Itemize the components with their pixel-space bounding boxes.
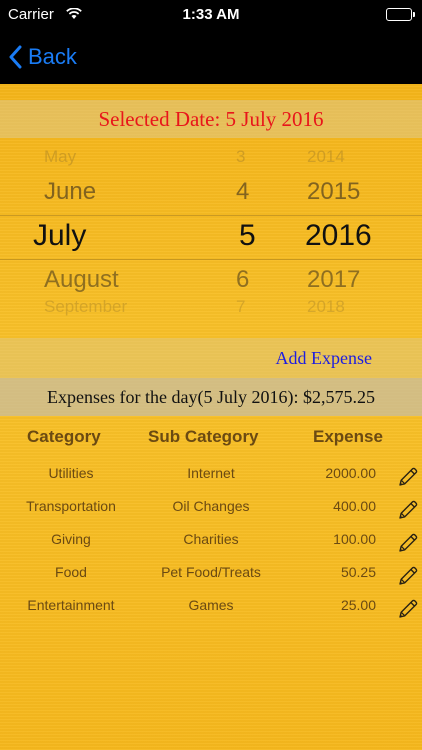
navigation-bar: Back bbox=[0, 30, 422, 84]
picker-selected-year[interactable]: 2016 bbox=[305, 219, 372, 253]
header-category: Category bbox=[27, 427, 101, 446]
picker-year[interactable]: 2015 bbox=[307, 178, 360, 206]
row-sub-category: Internet bbox=[187, 465, 235, 481]
picker-day[interactable]: 7 bbox=[236, 297, 245, 317]
picker-year[interactable]: 2018 bbox=[307, 297, 345, 317]
picker-month[interactable]: September bbox=[44, 297, 127, 317]
pencil-icon[interactable] bbox=[396, 498, 420, 522]
row-sub-category: Charities bbox=[183, 531, 239, 547]
row-expense: 25.00 bbox=[340, 597, 376, 613]
picker-row[interactable]: August 6 2017 bbox=[0, 266, 422, 296]
row-sub-category: Games bbox=[188, 597, 234, 613]
row-category: Transportation bbox=[26, 498, 116, 514]
back-label: Back bbox=[28, 44, 77, 69]
picker-year[interactable]: 2014 bbox=[307, 147, 345, 167]
table-header: Category Sub Category Expense bbox=[0, 427, 422, 451]
selected-date-banner: Selected Date: 5 July 2016 bbox=[0, 100, 422, 138]
table-row: Entertainment Games 25.00 bbox=[0, 593, 422, 619]
picker-day[interactable]: 3 bbox=[236, 147, 245, 167]
row-sub-category: Pet Food/Treats bbox=[161, 564, 261, 580]
battery-icon bbox=[386, 8, 415, 21]
chevron-left-icon bbox=[9, 45, 22, 69]
picker-year[interactable]: 2017 bbox=[307, 266, 360, 294]
picker-month[interactable]: May bbox=[44, 147, 76, 167]
picker-month[interactable]: August bbox=[44, 266, 119, 294]
picker-row[interactable]: September 7 2018 bbox=[0, 297, 422, 325]
row-expense: 2000.00 bbox=[325, 465, 376, 481]
row-category: Utilities bbox=[48, 465, 94, 481]
table-row: Utilities Internet 2000.00 bbox=[0, 461, 422, 487]
table-row: Transportation Oil Changes 400.00 bbox=[0, 494, 422, 520]
back-button[interactable]: Back bbox=[8, 40, 77, 74]
date-picker[interactable]: May 3 2014 June 4 2015 July 5 2016 Augus… bbox=[0, 145, 422, 325]
picker-selected-day[interactable]: 5 bbox=[239, 219, 256, 253]
picker-selected-month[interactable]: July bbox=[33, 219, 86, 253]
picker-row[interactable]: May 3 2014 bbox=[0, 147, 422, 177]
picker-selection-line-bottom bbox=[0, 259, 422, 260]
add-expense-link[interactable]: Add Expense bbox=[276, 348, 372, 369]
status-time: 1:33 AM bbox=[182, 6, 240, 23]
picker-selected-row[interactable]: July 5 2016 bbox=[0, 219, 422, 252]
row-category: Entertainment bbox=[27, 597, 115, 613]
pencil-icon[interactable] bbox=[396, 465, 420, 489]
daily-total-banner: Expenses for the day(5 July 2016): $2,57… bbox=[0, 378, 422, 416]
row-expense: 400.00 bbox=[333, 498, 376, 514]
table-row: Food Pet Food/Treats 50.25 bbox=[0, 560, 422, 586]
row-expense: 50.25 bbox=[340, 564, 376, 580]
picker-day[interactable]: 6 bbox=[236, 266, 249, 294]
status-bar: Carrier 1:33 AM bbox=[0, 0, 422, 30]
pencil-icon[interactable] bbox=[396, 597, 420, 621]
picker-day[interactable]: 4 bbox=[236, 178, 249, 206]
header-expense: Expense bbox=[313, 427, 383, 446]
table-row: Giving Charities 100.00 bbox=[0, 527, 422, 553]
header-sub-category: Sub Category bbox=[148, 427, 259, 446]
pencil-icon[interactable] bbox=[396, 531, 420, 555]
pencil-icon[interactable] bbox=[396, 564, 420, 588]
add-expense-bar: Add Expense bbox=[0, 338, 422, 378]
picker-selection-line-top bbox=[0, 215, 422, 216]
row-category: Giving bbox=[51, 531, 91, 547]
row-expense: 100.00 bbox=[333, 531, 376, 547]
picker-row[interactable]: June 4 2015 bbox=[0, 178, 422, 208]
picker-month[interactable]: June bbox=[44, 178, 96, 206]
row-category: Food bbox=[55, 564, 87, 580]
row-sub-category: Oil Changes bbox=[172, 498, 250, 514]
